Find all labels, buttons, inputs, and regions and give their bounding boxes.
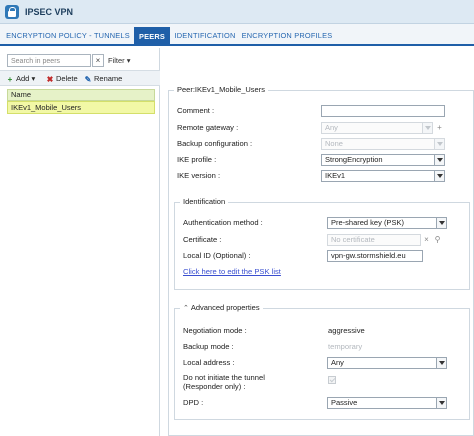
peer-details-panel: Peer:IKEv1_Mobile_Users Comment : Remote… [164,48,474,436]
plus-icon: + [7,75,13,84]
backup-mode-value: temporary [328,342,363,351]
remote-gateway-field[interactable]: Any [321,122,433,134]
chevron-down-icon [436,218,446,228]
rename-label: Rename [94,74,123,83]
peer-legend: Peer:IKEv1_Mobile_Users [174,85,268,94]
table-row[interactable]: IKEv1_Mobile_Users [7,101,155,114]
dpd-value: Passive [331,398,358,407]
caret-down-icon: ▾ [29,74,36,83]
auth-method-label: Authentication method : [183,218,263,227]
auth-method-value: Pre-shared key (PSK) [331,218,404,227]
do-not-initiate-label: Do not initiate the tunnel [183,373,265,382]
delete-label: Delete [56,74,78,83]
backup-configuration-label: Backup configuration : [177,139,253,148]
comment-field[interactable] [321,105,445,117]
title-bar: IPSEC VPN [0,0,474,24]
clear-search-button[interactable]: × [92,54,104,67]
add-button[interactable]: + Add ▾ [6,74,36,84]
chevron-down-icon [436,398,446,408]
add-label: Add [16,74,30,83]
negotiation-mode-label: Negotiation mode : [183,326,247,335]
dpd-label: DPD : [183,398,204,407]
tab-encryption-policy[interactable]: ENCRYPTION POLICY - TUNNELS [6,28,130,44]
backup-mode-label: Backup mode : [183,342,234,351]
certificate-label: Certificate : [183,235,222,244]
search-certificate-icon[interactable]: ⚲ [432,234,443,246]
chevron-down-icon [434,155,444,165]
negotiation-mode-value: aggressive [328,326,365,335]
identification-legend: Identification [180,197,229,206]
chevron-down-icon [436,358,446,368]
local-address-select[interactable]: Any [327,357,447,369]
ike-profile-select[interactable]: StrongEncryption [321,154,445,166]
tab-encryption-profiles[interactable]: ENCRYPTION PROFILES [240,28,334,44]
peers-list-panel: Search in peers × Filter ▾ + Add ▾ ✖ Delet… [0,48,160,436]
ike-profile-label: IKE profile : [177,155,217,164]
auth-method-select[interactable]: Pre-shared key (PSK) [327,217,447,229]
tab-bar: ENCRYPTION POLICY - TUNNELS PEERS IDENTI… [0,24,474,46]
advanced-legend-label: Advanced properties [190,303,260,312]
grid-header-name[interactable]: Name [7,89,155,101]
clear-certificate-icon[interactable]: × [421,234,432,246]
rename-icon: ✎ [84,75,92,84]
identification-groupbox [174,202,470,290]
chevron-down-icon [434,139,444,149]
filter-button[interactable]: Filter ▾ [108,56,131,65]
delete-button[interactable]: ✖ Delete [46,74,78,84]
local-id-label: Local ID (Optional) : [183,251,251,260]
delete-icon: ✖ [46,75,54,84]
edit-psk-link[interactable]: Click here to edit the PSK list [183,267,281,276]
backup-configuration-value: None [325,139,343,148]
local-id-field[interactable]: vpn-gw.stormshield.eu [327,250,423,262]
dpd-select[interactable]: Passive [327,397,447,409]
add-object-icon[interactable]: + [434,122,445,134]
remote-gateway-value: Any [325,123,338,132]
responder-only-label: (Responder only) : [183,382,246,391]
lock-icon [5,5,19,19]
tab-peers[interactable]: PEERS [134,27,170,46]
do-not-initiate-checkbox[interactable] [328,376,336,384]
remote-gateway-label: Remote gateway : [177,123,239,132]
collapse-icon: ⌃ [183,305,191,312]
ike-version-label: IKE version : [177,171,221,180]
chevron-down-icon [434,171,444,181]
backup-configuration-select[interactable]: None [321,138,445,150]
local-address-label: Local address : [183,358,235,367]
advanced-legend[interactable]: ⌃ Advanced properties [180,303,263,312]
filter-label: Filter [108,56,125,65]
search-input[interactable]: Search in peers [7,54,91,67]
peers-toolbar: + Add ▾ ✖ Delete ✎ Rename [0,70,160,86]
ike-profile-value: StrongEncryption [325,155,383,164]
close-icon: × [95,56,101,65]
comment-label: Comment : [177,106,215,115]
certificate-field[interactable]: No certificate [327,234,421,246]
chevron-down-icon [422,123,432,133]
rename-button[interactable]: ✎ Rename [84,74,123,84]
local-address-value: Any [331,358,344,367]
window-title: IPSEC VPN [25,7,74,17]
tab-identification[interactable]: IDENTIFICATION [174,28,236,44]
ike-version-select[interactable]: IKEv1 [321,170,445,182]
ike-version-value: IKEv1 [325,171,346,180]
caret-down-icon: ▾ [124,56,131,65]
